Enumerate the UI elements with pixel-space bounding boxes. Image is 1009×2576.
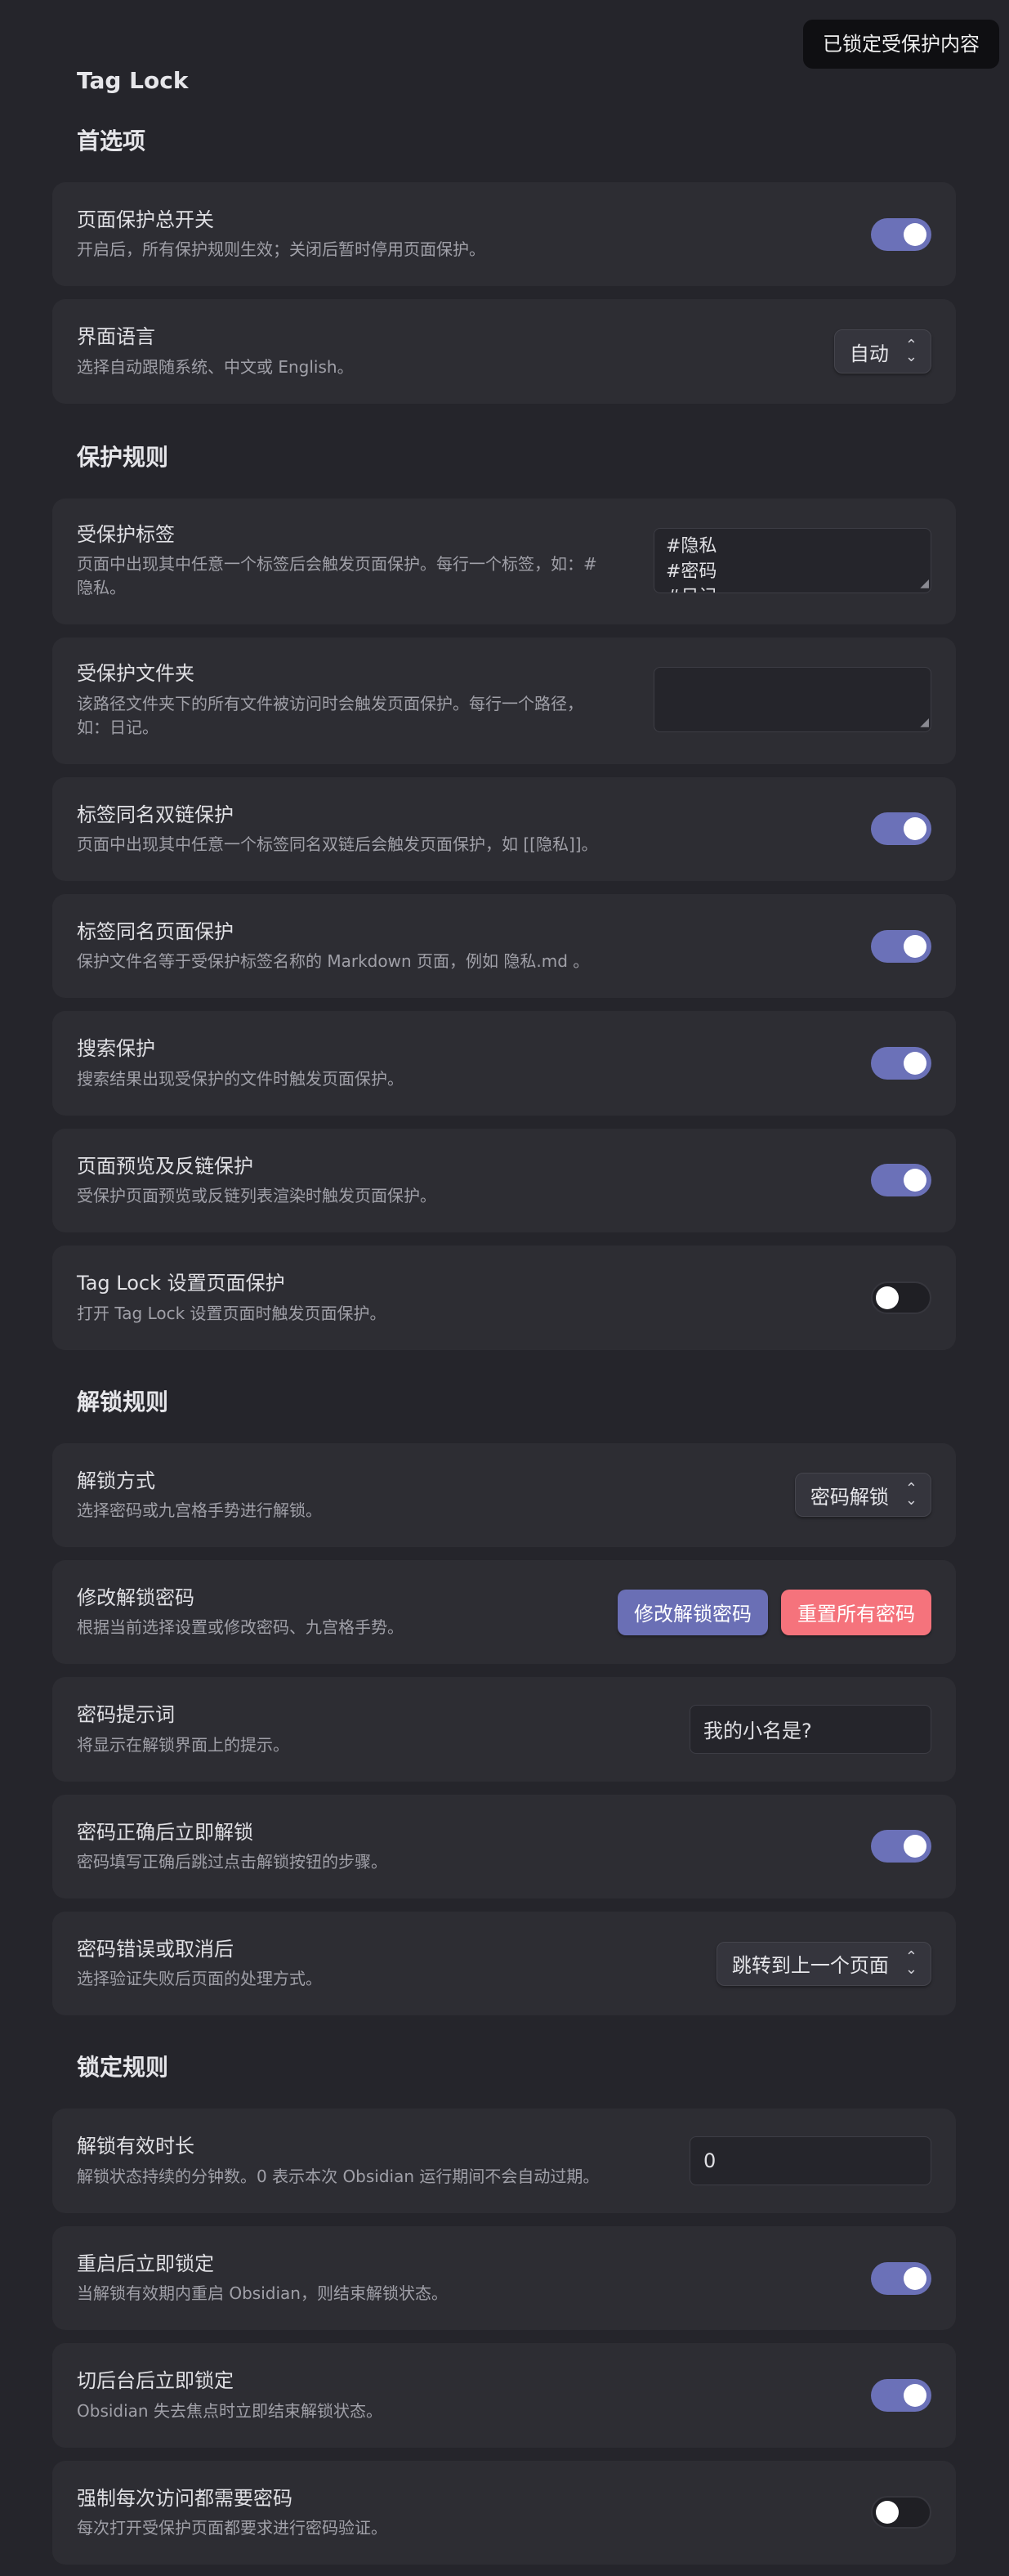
search-toggle[interactable]	[871, 1047, 931, 1080]
setting-name: 密码正确后立即解锁	[77, 1820, 253, 1844]
setting-same-name-page: 标签同名页面保护 保护文件名等于受保护标签名称的 Markdown 页面，例如 …	[52, 893, 956, 999]
setting-name: 解锁有效时长	[77, 2135, 194, 2158]
resize-handle-icon[interactable]: ◢	[916, 717, 929, 730]
setting-name: 解锁方式	[77, 1469, 155, 1492]
tag-line: #日记	[666, 584, 919, 593]
hint-input[interactable]: 我的小名是?	[690, 1704, 931, 1754]
setting-always-require: 强制每次访问都需要密码 每次打开受保护页面都要求进行密码验证。	[52, 2460, 956, 2565]
setting-relock-blur: 切后台后立即锁定 Obsidian 失去焦点时立即结束解锁状态。	[52, 2343, 956, 2448]
reset-passwords-button[interactable]: 重置所有密码	[781, 1589, 931, 1635]
setting-name: 界面语言	[77, 325, 155, 349]
setting-name: 标签同名双链保护	[77, 803, 234, 826]
setting-desc: 选择密码或九宫格手势进行解锁。	[77, 1500, 322, 1520]
setting-desc: 密码填写正确后跳过点击解锁按钮的步骤。	[77, 1852, 387, 1872]
on-fail-select[interactable]: 跳转到上一个页面 ⌃ ⌄	[716, 1941, 931, 1986]
tag-line: #隐私	[666, 535, 717, 557]
setting-desc: 该路径文件夹下的所有文件被访问时会触发页面保护。每行一个路径，如：日记。	[77, 693, 583, 737]
setting-desc: 受保护页面预览或反链列表渲染时触发页面保护。	[77, 1186, 436, 1206]
section-title-prefs: 首选项	[77, 127, 146, 154]
unlock-method-select-value: 密码解锁	[810, 1485, 889, 1509]
setting-search: 搜索保护 搜索结果出现受保护的文件时触发页面保护。	[52, 1011, 956, 1116]
backlink-toggle[interactable]	[871, 812, 931, 846]
setting-desc: 解锁状态持续的分钟数。0 表示本次 Obsidian 运行期间不会自动过期。	[77, 2166, 600, 2186]
tag-line: #密码	[666, 561, 717, 582]
setting-name: 搜索保护	[77, 1037, 155, 1061]
setting-folders: 受保护文件夹 该路径文件夹下的所有文件被访问时会触发页面保护。每行一个路径，如：…	[52, 637, 956, 764]
settings-page-toggle[interactable]	[871, 1281, 931, 1314]
setting-settings-page: Tag Lock 设置页面保护 打开 Tag Lock 设置页面时触发页面保护。	[52, 1246, 956, 1350]
resize-handle-icon[interactable]: ◢	[916, 578, 929, 591]
setting-name: 切后台后立即锁定	[77, 2369, 234, 2393]
setting-desc: 当解锁有效期内重启 Obsidian，则结束解锁状态。	[77, 2283, 448, 2304]
section-title-lock: 锁定规则	[77, 2054, 169, 2082]
setting-name: Tag Lock 设置页面保护	[77, 1272, 285, 1295]
preview-toggle[interactable]	[871, 1164, 931, 1197]
language-select[interactable]: 自动 ⌃ ⌄	[833, 329, 931, 374]
settings-page: 已锁定受保护内容 Tag Lock 首选项 页面保护总开关 开启后，所有保护规则…	[0, 0, 1009, 2576]
setting-desc: 将显示在解锁界面上的提示。	[77, 1734, 289, 1755]
setting-desc: Obsidian 失去焦点时立即结束解锁状态。	[77, 2400, 382, 2421]
setting-desc: 页面中出现其中任意一个标签后会触发页面保护。每行一个标签，如：#隐私。	[77, 554, 597, 598]
auto-unlock-toggle[interactable]	[871, 1830, 931, 1863]
duration-input[interactable]: 0	[690, 2136, 931, 2186]
section-title-unlock: 解锁规则	[77, 1388, 169, 1415]
setting-name: 页面预览及反链保护	[77, 1154, 253, 1178]
relock-restart-toggle[interactable]	[871, 2261, 931, 2295]
setting-name: 页面保护总开关	[77, 208, 214, 231]
chevron-up-down-icon: ⌃ ⌄	[904, 336, 917, 366]
always-require-toggle[interactable]	[871, 2496, 931, 2529]
settings-container: Tag Lock 首选项 页面保护总开关 开启后，所有保护规则生效；关闭后暂时停…	[52, 67, 956, 2576]
setting-desc: 每次打开受保护页面都要求进行密码验证。	[77, 2518, 387, 2538]
language-select-value: 自动	[849, 342, 889, 365]
change-password-button[interactable]: 修改解锁密码	[618, 1589, 768, 1635]
setting-backlink: 标签同名双链保护 页面中出现其中任意一个标签同名双链后会触发页面保护，如 [[隐…	[52, 776, 956, 881]
setting-name: 修改解锁密码	[77, 1585, 194, 1609]
setting-name: 受保护标签	[77, 522, 175, 546]
setting-name: 强制每次访问都需要密码	[77, 2486, 292, 2510]
setting-change-password: 修改解锁密码 根据当前选择设置或修改密码、九宫格手势。 修改解锁密码 重置所有密…	[52, 1559, 956, 1665]
unlock-method-select[interactable]: 密码解锁 ⌃ ⌄	[794, 1473, 931, 1518]
setting-relock-restart: 重启后立即锁定 当解锁有效期内重启 Obsidian，则结束解锁状态。	[52, 2225, 956, 2331]
setting-desc: 保护文件名等于受保护标签名称的 Markdown 页面，例如 隐私.md 。	[77, 951, 590, 972]
master-toggle[interactable]	[871, 217, 931, 251]
setting-desc: 选择自动跟随系统、中文或 English。	[77, 356, 354, 377]
setting-desc: 开启后，所有保护规则生效；关闭后暂时停用页面保护。	[77, 239, 485, 260]
setting-name: 标签同名页面保护	[77, 919, 234, 943]
setting-name: 密码提示词	[77, 1703, 175, 1727]
setting-tags: 受保护标签 页面中出现其中任意一个标签后会触发页面保护。每行一个标签，如：#隐私…	[52, 498, 956, 625]
relock-blur-toggle[interactable]	[871, 2378, 931, 2412]
locked-tooltip: 已锁定受保护内容	[803, 20, 999, 69]
app-title: Tag Lock	[77, 67, 189, 94]
setting-desc: 根据当前选择设置或修改密码、九宫格手势。	[77, 1617, 404, 1638]
setting-desc: 打开 Tag Lock 设置页面时触发页面保护。	[77, 1303, 386, 1323]
section-title-protect: 保护规则	[77, 443, 169, 471]
setting-preview: 页面预览及反链保护 受保护页面预览或反链列表渲染时触发页面保护。	[52, 1128, 956, 1233]
on-fail-select-value: 跳转到上一个页面	[731, 1954, 889, 1978]
chevron-up-down-icon: ⌃ ⌄	[904, 1479, 917, 1509]
setting-desc: 选择验证失败后页面的处理方式。	[77, 1969, 322, 1989]
setting-hint: 密码提示词 将显示在解锁界面上的提示。 我的小名是?	[52, 1677, 956, 1782]
setting-auto-unlock: 密码正确后立即解锁 密码填写正确后跳过点击解锁按钮的步骤。	[52, 1794, 956, 1899]
setting-on-fail: 密码错误或取消后 选择验证失败后页面的处理方式。 跳转到上一个页面 ⌃ ⌄	[52, 1912, 956, 2016]
setting-desc: 搜索结果出现受保护的文件时触发页面保护。	[77, 1068, 404, 1089]
tags-textarea[interactable]: #隐私 #密码 #日记 ◢	[654, 527, 931, 593]
chevron-up-down-icon: ⌃ ⌄	[904, 1948, 917, 1978]
same-name-page-toggle[interactable]	[871, 929, 931, 963]
setting-duration: 解锁有效时长 解锁状态持续的分钟数。0 表示本次 Obsidian 运行期间不会…	[52, 2109, 956, 2213]
setting-name: 重启后立即锁定	[77, 2252, 214, 2275]
setting-language: 界面语言 选择自动跟随系统、中文或 English。 自动 ⌃ ⌄	[52, 299, 956, 404]
setting-unlock-method: 解锁方式 选择密码或九宫格手势进行解锁。 密码解锁 ⌃ ⌄	[52, 1442, 956, 1547]
setting-master: 页面保护总开关 开启后，所有保护规则生效；关闭后暂时停用页面保护。	[52, 182, 956, 287]
setting-desc: 页面中出现其中任意一个标签同名双链后会触发页面保护，如 [[隐私]]。	[77, 834, 598, 854]
setting-name: 受保护文件夹	[77, 662, 194, 686]
folders-textarea[interactable]: ◢	[654, 667, 931, 733]
setting-name: 密码错误或取消后	[77, 1938, 234, 1961]
